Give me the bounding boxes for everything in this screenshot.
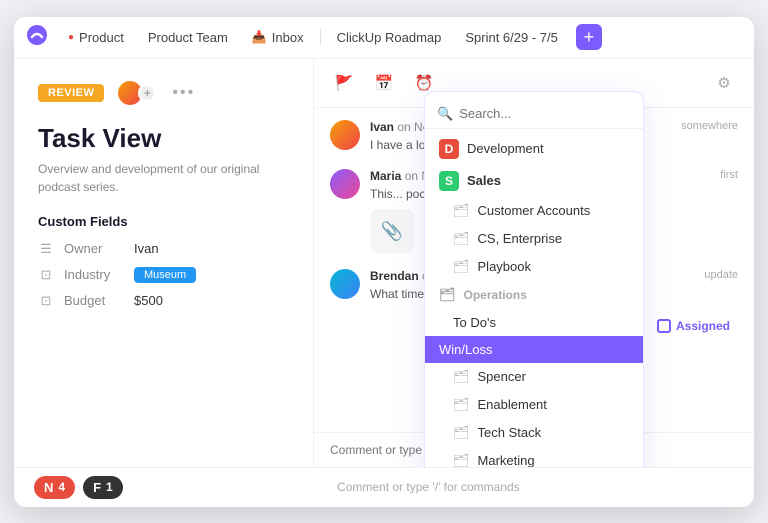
dd-label-enablement: Enablement [478, 397, 547, 412]
dd-item-winloss[interactable]: Win/Loss [425, 336, 643, 363]
comment-overflow-2: first [720, 169, 738, 181]
field-budget-value: $500 [134, 293, 163, 308]
figma-badge[interactable]: F 1 [83, 476, 123, 499]
dd-item-customer-accounts[interactable]: 🗂 Customer Accounts [425, 197, 643, 225]
checkbox-box [657, 319, 671, 333]
more-options-button[interactable]: ••• [172, 84, 195, 102]
field-industry-badge: Museum [134, 267, 196, 283]
comment-placeholder-bottom: Comment or type '/' for commands [123, 480, 734, 494]
dd-label-operations: Operations [464, 288, 527, 302]
nav-tab-product-team[interactable]: Product Team [138, 26, 238, 49]
page-title: Task View [38, 123, 289, 154]
avatar-add-button[interactable]: + [138, 84, 156, 102]
field-industry-label: Industry [64, 267, 124, 282]
field-owner-value: Ivan [134, 241, 159, 256]
avatar-brendan [330, 269, 360, 299]
field-budget: ⊡ Budget $500 [38, 293, 289, 309]
dd-label-winloss: Win/Loss [439, 342, 492, 357]
settings-icon-btn[interactable]: ⚙ [710, 69, 738, 97]
dd-item-techstack[interactable]: 🗂 Tech Stack [425, 419, 643, 447]
avatar-group: + [116, 79, 156, 107]
comment-name-ivan: Ivan [370, 120, 394, 134]
field-budget-icon: ⊡ [38, 293, 54, 309]
field-industry: ⊡ Industry Museum [38, 267, 289, 283]
app-logo [26, 24, 48, 51]
left-toolbar: REVIEW + ••• [38, 79, 289, 107]
dropdown-search-input[interactable] [459, 106, 631, 121]
dd-icon-s: S [439, 171, 459, 191]
folder-icon-marketing: 🗂 [453, 453, 470, 467]
dd-label-development: Development [467, 141, 544, 156]
dd-item-cs-enterprise[interactable]: 🗂 CS, Enterprise [425, 225, 643, 253]
review-badge: REVIEW [38, 84, 104, 102]
folder-icon-cs: 🗂 [453, 231, 470, 247]
flag-icon-btn[interactable]: 🚩 [330, 69, 358, 97]
nav-tab-inbox[interactable]: 📥 Inbox [242, 26, 314, 49]
calendar-icon-btn[interactable]: 📅 [370, 69, 398, 97]
dd-label-cs-enterprise: CS, Enterprise [478, 231, 563, 246]
dropdown-search-row: 🔍 [425, 100, 643, 129]
assigned-label: Assigned [676, 319, 730, 333]
field-owner: ☰ Owner Ivan [38, 241, 289, 257]
dd-label-spencer: Spencer [478, 369, 526, 384]
bottom-bar: N 4 F 1 Comment or type '/' for commands [14, 467, 754, 507]
comment-overflow-1: somewhere [681, 120, 738, 132]
comment-name-brendan: Brendan [370, 269, 419, 283]
workspace-dropdown: 🔍 D Development S Sales 🗂 Customer Accou… [424, 91, 644, 467]
nav-tab-sprint[interactable]: Sprint 6/29 - 7/5 [455, 26, 568, 49]
figma-icon: F [93, 480, 101, 495]
nav-tab-product[interactable]: ● Product [58, 26, 134, 49]
search-icon: 🔍 [437, 106, 453, 122]
folder-icon-playbook: 🗂 [453, 259, 470, 275]
dd-item-marketing-folder[interactable]: 🗂 Marketing [425, 447, 643, 467]
dd-item-enablement[interactable]: 🗂 Enablement [425, 391, 643, 419]
avatar-maria [330, 169, 360, 199]
folder-icon-techstack: 🗂 [453, 425, 470, 441]
dd-label-marketing-folder: Marketing [478, 453, 535, 467]
main-content: REVIEW + ••• Task View Overview and deve… [14, 59, 754, 467]
dd-section-operations: 🗂 Operations [425, 281, 643, 309]
dd-item-sales[interactable]: S Sales [425, 165, 643, 197]
assigned-checkbox[interactable]: Assigned [657, 319, 730, 333]
comment-name-maria: Maria [370, 169, 401, 183]
dd-label-playbook: Playbook [478, 259, 531, 274]
field-budget-label: Budget [64, 293, 124, 308]
custom-fields-title: Custom Fields [38, 214, 289, 229]
notion-icon: N [44, 480, 53, 495]
folder-icon: 🗂 [453, 203, 470, 219]
dd-item-spencer[interactable]: 🗂 Spencer [425, 363, 643, 391]
nav-divider [320, 29, 321, 45]
folder-icon-enablement: 🗂 [453, 397, 470, 413]
folder-icon-ops: 🗂 [439, 287, 456, 303]
figma-count: 1 [106, 480, 113, 494]
field-industry-icon: ⊡ [38, 267, 54, 283]
dd-item-development[interactable]: D Development [425, 133, 643, 165]
page-description: Overview and development of our original… [38, 160, 289, 196]
attachment-icon[interactable]: 📎 [370, 209, 414, 253]
top-nav: ● Product Product Team 📥 Inbox ClickUp R… [14, 17, 754, 59]
dd-item-todos[interactable]: To Do's [425, 309, 643, 336]
field-owner-icon: ☰ [38, 241, 54, 257]
notion-count: 4 [58, 480, 65, 494]
dd-icon-d: D [439, 139, 459, 159]
dd-label-sales: Sales [467, 173, 501, 188]
field-owner-label: Owner [64, 241, 124, 256]
left-panel: REVIEW + ••• Task View Overview and deve… [14, 59, 314, 467]
comment-overflow-3: update [704, 269, 738, 281]
app-window: ● Product Product Team 📥 Inbox ClickUp R… [14, 17, 754, 507]
notion-badge[interactable]: N 4 [34, 476, 75, 499]
bottom-badges: N 4 F 1 [34, 476, 123, 499]
folder-icon-spencer: 🗂 [453, 369, 470, 385]
dd-label-techstack: Tech Stack [478, 425, 542, 440]
dd-label-customer-accounts: Customer Accounts [478, 203, 591, 218]
avatar-ivan [330, 120, 360, 150]
nav-tab-clickup[interactable]: ClickUp Roadmap [327, 26, 452, 49]
dd-item-playbook[interactable]: 🗂 Playbook [425, 253, 643, 281]
add-tab-button[interactable]: + [576, 24, 602, 50]
dd-label-todos: To Do's [453, 315, 496, 330]
